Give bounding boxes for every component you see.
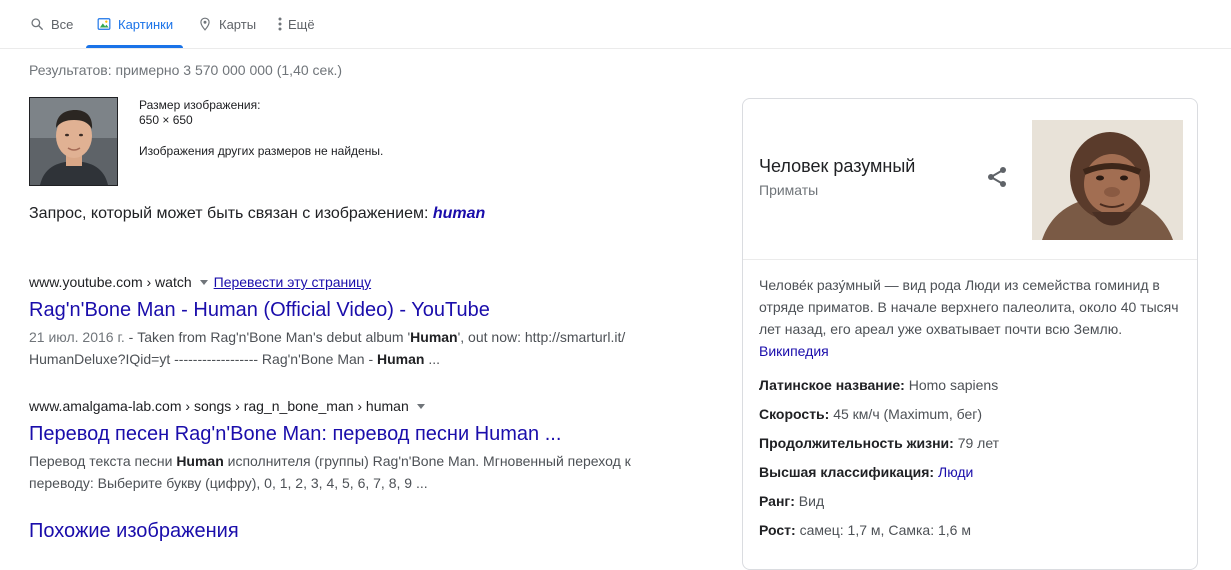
fact-label: Ранг:	[759, 493, 795, 509]
fact-rank: Ранг: Вид	[759, 493, 824, 509]
wikipedia-link[interactable]: Википедия	[759, 343, 829, 359]
fact-value: 45 км/ч (Maximum, бег)	[833, 406, 983, 422]
result-url: www.youtube.com › watch Перевести эту ст…	[29, 272, 649, 292]
tab-maps[interactable]: Карты	[197, 0, 256, 48]
map-pin-icon	[197, 16, 213, 32]
translate-link[interactable]: Перевести эту страницу	[214, 274, 371, 290]
search-tabs: Все Картинки Карты Ещё	[0, 0, 1231, 49]
fact-label: Рост:	[759, 522, 796, 538]
fact-value: 79 лет	[957, 435, 1000, 451]
chevron-down-icon[interactable]	[199, 279, 208, 285]
fact-lifespan: Продолжительность жизни: 79 лет	[759, 435, 999, 451]
image-size-value: 650 × 650	[139, 113, 193, 127]
knowledge-panel-header: Человек разумный Приматы	[743, 99, 1197, 260]
snippet-text: ...	[424, 351, 441, 367]
fact-latin-name: Латинское название: Homo sapiens	[759, 377, 998, 393]
fact-height: Рост: самец: 1,7 м, Самка: 1,6 м	[759, 522, 971, 538]
search-result: www.amalgama-lab.com › songs › rag_n_bon…	[29, 396, 649, 494]
result-snippet: Перевод текста песни Human исполнителя (…	[29, 450, 649, 494]
result-url: www.amalgama-lab.com › songs › rag_n_bon…	[29, 396, 649, 416]
knowledge-panel-image[interactable]	[1032, 120, 1183, 240]
share-icon[interactable]	[985, 165, 1009, 189]
tab-more[interactable]: Ещё	[276, 0, 315, 48]
more-vert-icon	[276, 16, 284, 32]
tab-images[interactable]: Картинки	[85, 0, 184, 48]
result-breadcrumb: www.amalgama-lab.com › songs › rag_n_bon…	[29, 398, 409, 414]
fact-label: Латинское название:	[759, 377, 905, 393]
knowledge-panel-title: Человек разумный	[759, 156, 916, 176]
tab-all[interactable]: Все	[29, 0, 73, 48]
best-guess-query: Запрос, который может быть связан с изоб…	[29, 205, 485, 223]
fact-label: Продолжительность жизни:	[759, 435, 954, 451]
result-title-link[interactable]: Перевод песен Rag'n'Bone Man: перевод пе…	[29, 420, 649, 448]
search-result: www.youtube.com › watch Перевести эту ст…	[29, 272, 649, 370]
result-breadcrumb: www.youtube.com › watch	[29, 274, 192, 290]
fact-value-link[interactable]: Люди	[938, 464, 973, 480]
snippet-highlight: Human	[176, 453, 224, 469]
fact-label: Высшая классификация:	[759, 464, 935, 480]
fact-speed: Скорость: 45 км/ч (Maximum, бег)	[759, 406, 982, 422]
tab-label: Все	[51, 16, 74, 32]
result-title-link[interactable]: Rag'n'Bone Man - Human (Official Video) …	[29, 296, 649, 324]
tab-label: Ещё	[288, 16, 315, 32]
query-image-thumbnail[interactable]	[29, 97, 118, 186]
knowledge-panel-subtitle: Приматы	[759, 182, 819, 198]
chevron-down-icon[interactable]	[416, 403, 425, 409]
query-prefix: Запрос, который может быть связан с изоб…	[29, 205, 433, 222]
query-term-link[interactable]: human	[433, 205, 485, 222]
description-text: Челове́к разу́мный — вид рода Люди из се…	[759, 277, 1179, 337]
image-icon	[96, 16, 112, 32]
image-size-label: Размер изображения:	[139, 98, 261, 112]
fact-value: Вид	[798, 493, 825, 509]
knowledge-panel: Человек разумный Приматы Челове́к разу́м…	[742, 98, 1198, 570]
fact-value: Homo sapiens	[908, 377, 999, 393]
tab-label: Карты	[219, 16, 257, 32]
knowledge-panel-description: Челове́к разу́мный — вид рода Люди из се…	[759, 274, 1184, 362]
snippet-text: - Taken from Rag'n'Bone Man's debut albu…	[124, 329, 411, 345]
fact-label: Скорость:	[759, 406, 830, 422]
result-date: 21 июл. 2016 г.	[29, 329, 125, 345]
snippet-highlight: Human	[377, 351, 425, 367]
fact-value: самец: 1,7 м, Самка: 1,6 м	[799, 522, 971, 538]
similar-images-link[interactable]: Похожие изображения	[29, 520, 239, 543]
result-stats: Результатов: примерно 3 570 000 000 (1,4…	[29, 62, 342, 78]
result-snippet: 21 июл. 2016 г. - Taken from Rag'n'Bone …	[29, 326, 649, 370]
other-sizes-not-found: Изображения других размеров не найдены.	[139, 144, 384, 158]
tab-label: Картинки	[118, 16, 174, 32]
snippet-highlight: Human	[410, 329, 458, 345]
snippet-text: Перевод текста песни	[29, 453, 177, 469]
image-info: Размер изображения: 650 × 650 Изображени…	[139, 98, 383, 159]
search-icon	[29, 16, 45, 32]
fact-higher-classification: Высшая классификация: Люди	[759, 464, 973, 480]
